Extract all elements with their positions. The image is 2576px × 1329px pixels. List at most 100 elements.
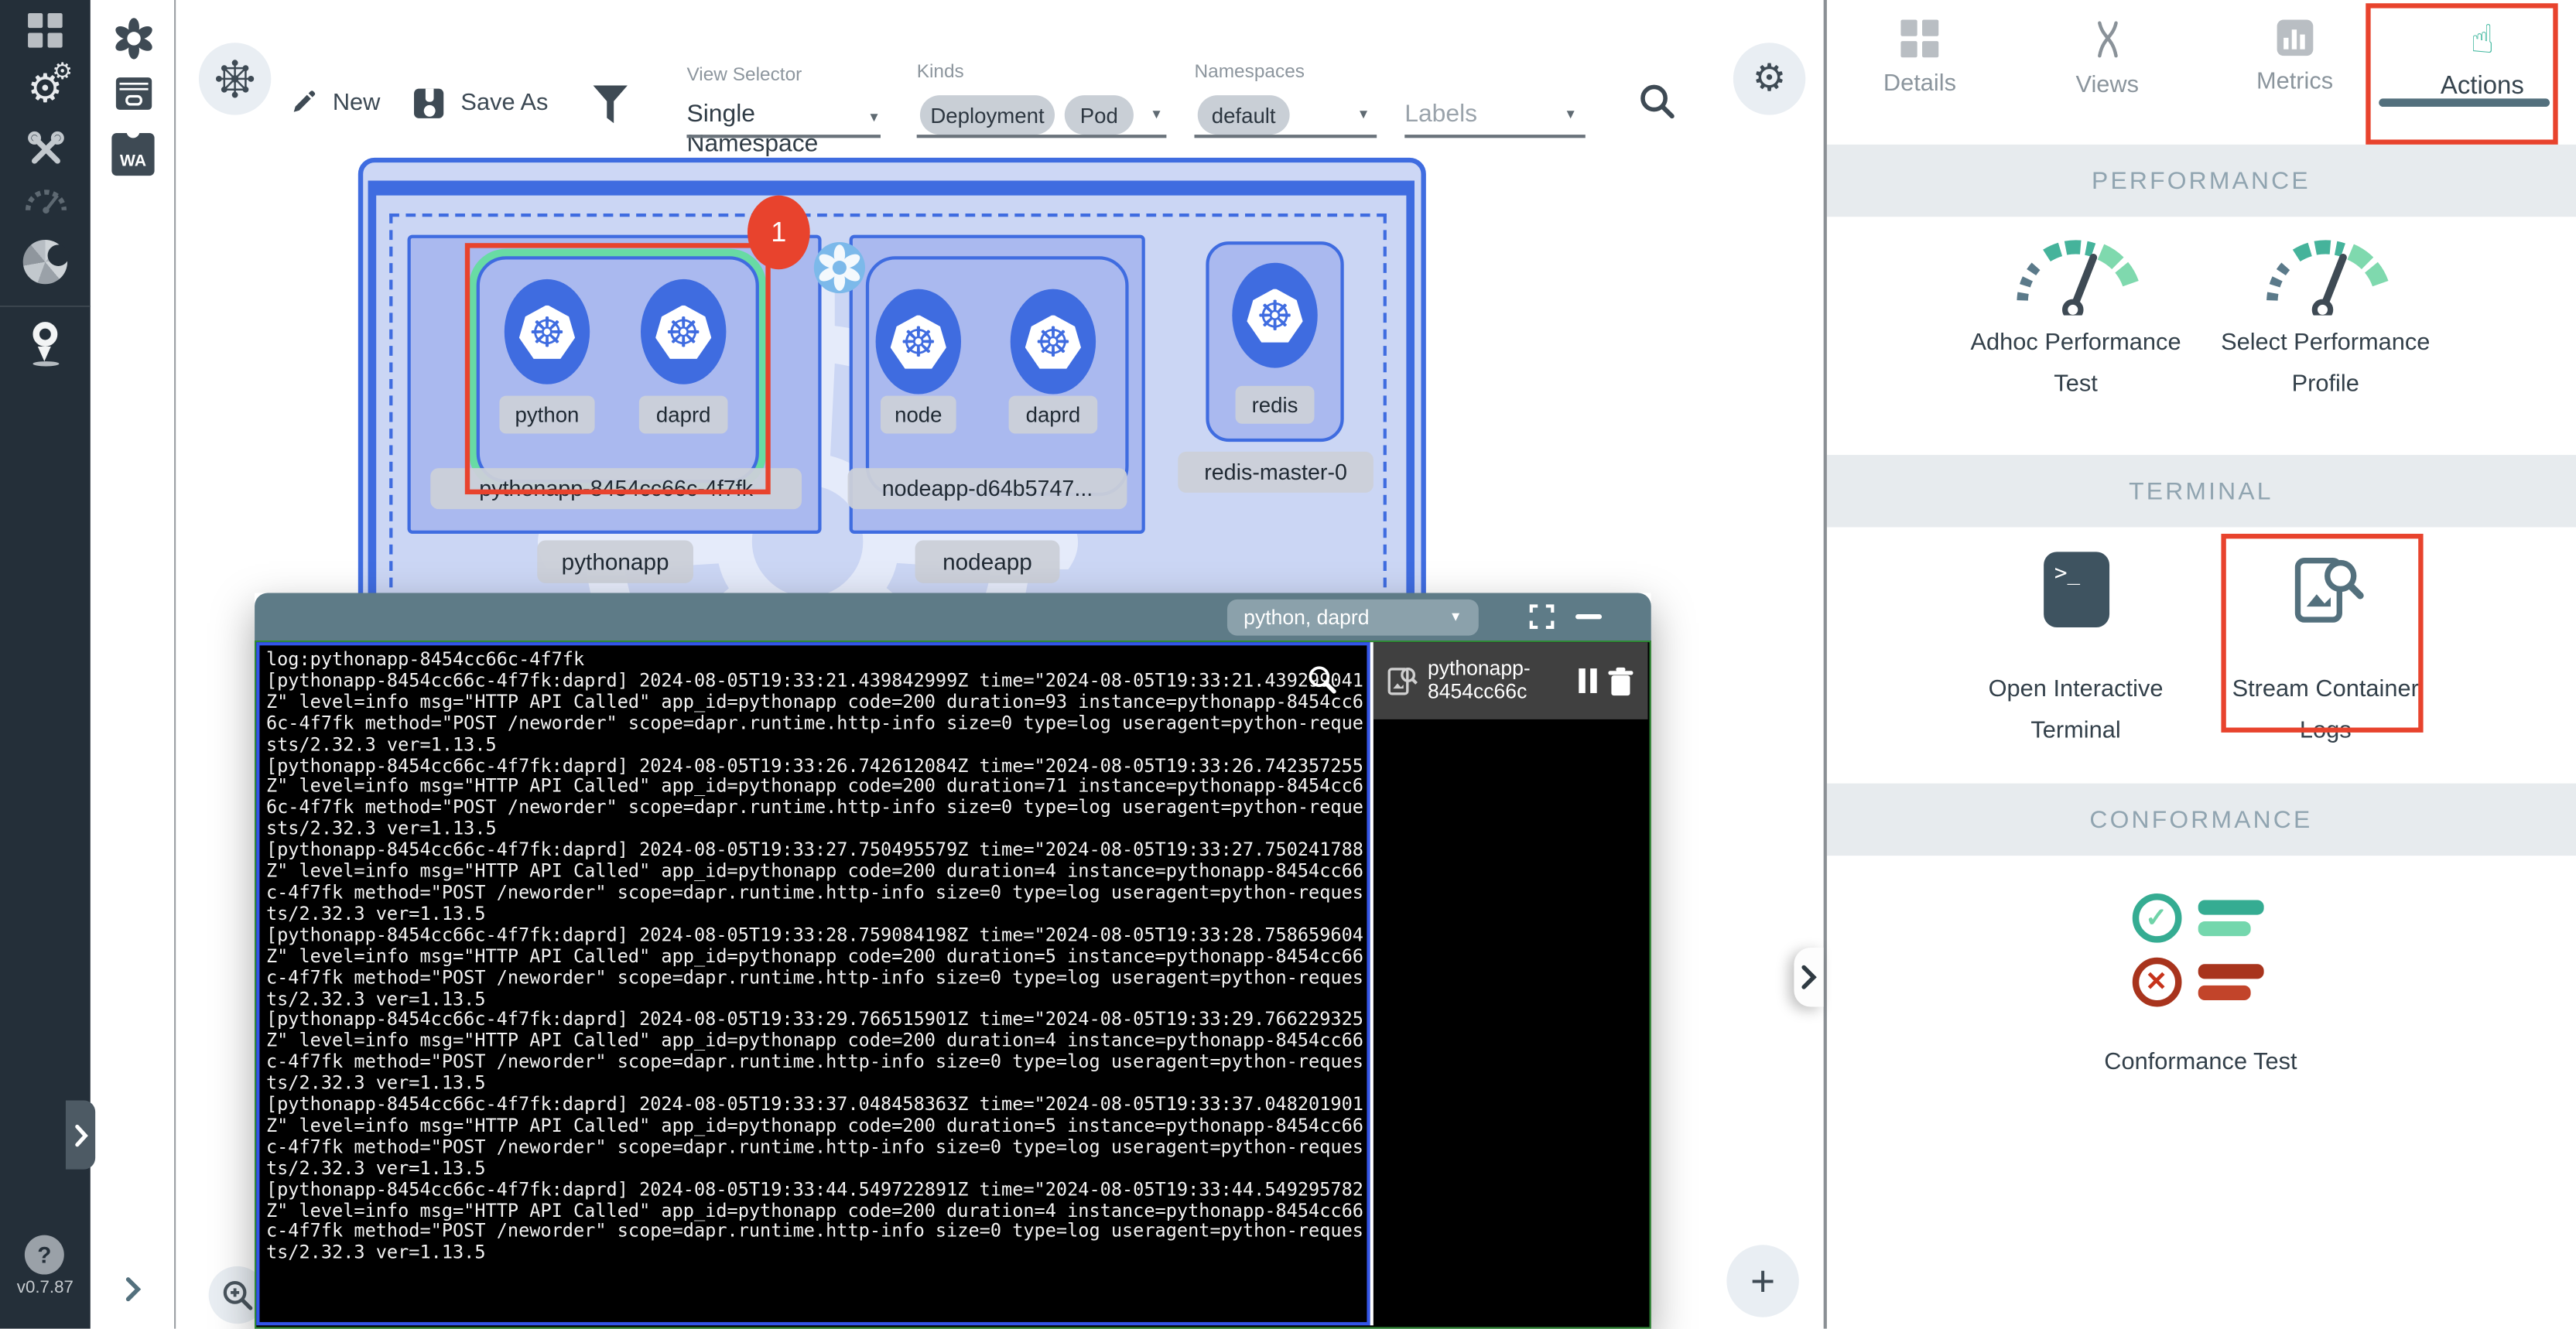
view-selector-value: Single Namespace	[686, 101, 818, 158]
container-daprd-node[interactable]: ☸	[1011, 289, 1096, 395]
pause-icon[interactable]	[1579, 668, 1596, 693]
container-label-node: node	[881, 396, 956, 434]
tools-icon	[24, 128, 67, 171]
section-band-conformance: CONFORMANCE	[1826, 784, 2576, 856]
section-title: PERFORMANCE	[2092, 166, 2311, 194]
panel-divider[interactable]	[1824, 0, 1826, 1329]
wasm-app-button[interactable]: WA	[91, 133, 176, 176]
view-selector-label: View Selector	[686, 66, 802, 85]
magnifier-cursor-icon	[1308, 665, 1337, 695]
pencil-icon	[289, 89, 317, 117]
session-row[interactable]: pythonapp- 8454cc66c	[1374, 642, 1648, 719]
minimize-icon[interactable]	[1575, 614, 1602, 619]
chevron-down-icon[interactable]: ▼	[1564, 107, 1577, 121]
log-text: log:pythonapp-8454cc66c-4f7fk[pythonapp-…	[266, 651, 1363, 1266]
container-selector-value: python, daprd	[1244, 605, 1369, 628]
fullscreen-icon[interactable]	[1530, 604, 1555, 629]
sidebar-expand-button[interactable]	[66, 1100, 95, 1169]
view-selector-dropdown[interactable]: Single Namespace ▼	[686, 101, 881, 159]
action-open-interactive-terminal[interactable]: >_ Open Interactive Terminal	[1935, 552, 2217, 752]
chevron-down-icon[interactable]: ▼	[1357, 107, 1370, 121]
sidebar-item-toolbox[interactable]	[0, 128, 91, 171]
filter-funnel-icon[interactable]	[593, 85, 628, 123]
app-root: ⚙ ⚙	[0, 0, 2576, 1329]
kind-chip-pod[interactable]: Pod	[1065, 95, 1134, 135]
gears-icon: ⚙ ⚙	[28, 66, 63, 111]
right-panel: Details Views Metrics	[1826, 0, 2576, 1329]
action-select-performance-profile[interactable]: Select Performance Profile	[2184, 233, 2467, 405]
pass-bar-icon	[2198, 921, 2250, 936]
labels-placeholder: Labels	[1404, 101, 1477, 128]
view-selector-underline	[686, 135, 881, 137]
mesh-network-icon	[214, 57, 256, 100]
chevron-down-icon[interactable]: ▼	[1150, 107, 1163, 121]
settings-button[interactable]: ⚙	[1733, 43, 1805, 114]
gauge-icon	[2256, 233, 2394, 315]
secondary-expand-button[interactable]	[91, 1275, 176, 1304]
new-button[interactable]: New	[289, 89, 381, 118]
kind-chip-deployment[interactable]: Deployment	[920, 95, 1055, 135]
kind-chip-label: Pod	[1080, 103, 1118, 128]
chevron-right-icon	[123, 1275, 142, 1304]
sidebar-item-performance[interactable]	[0, 184, 91, 214]
kubernetes-icon: ☸	[1247, 289, 1302, 343]
container-node[interactable]: ☸	[876, 289, 961, 395]
session-pane: pythonapp- 8454cc66c	[1374, 642, 1648, 1325]
metrics-bars-icon	[2277, 19, 2313, 56]
sidebar-item-kanvas[interactable]	[0, 322, 91, 371]
tab-views[interactable]: Views	[2013, 0, 2201, 145]
action-label: Conformance Test	[1826, 1043, 2575, 1084]
check-circle-icon: ✓	[2132, 893, 2181, 943]
action-label: Select Performance	[2184, 323, 2467, 364]
kinds-label: Kinds	[917, 63, 964, 82]
section-band-performance: PERFORMANCE	[1826, 145, 2576, 217]
kinds-underline	[917, 135, 1167, 137]
gauge-icon	[22, 184, 68, 214]
views-icon	[2088, 19, 2127, 59]
panel-collapse-button[interactable]	[1794, 948, 1823, 1006]
session-name: pythonapp- 8454cc66c	[1428, 658, 1531, 702]
location-pin-icon	[26, 322, 65, 371]
namespace-chip-default[interactable]: default	[1198, 95, 1290, 135]
search-button[interactable]	[1638, 82, 1678, 130]
tab-details[interactable]: Details	[1826, 0, 2013, 145]
help-button[interactable]: ?	[25, 1235, 64, 1275]
action-adhoc-performance-test[interactable]: Adhoc Performance Test	[1935, 233, 2217, 405]
add-button[interactable]: +	[1726, 1245, 1798, 1317]
mesh-sync-button[interactable]	[199, 43, 271, 114]
log-pane[interactable]: log:pythonapp-8454cc66c-4f7fk[pythonapp-…	[256, 642, 1370, 1325]
sidebar-item-lifecycle[interactable]: ⚙ ⚙	[0, 66, 91, 111]
action-label: Profile	[2184, 364, 2467, 405]
search-icon	[1638, 82, 1678, 121]
save-as-button-label: Save As	[460, 91, 548, 117]
labels-input[interactable]: Labels	[1404, 101, 1477, 128]
gauge-icon	[2006, 233, 2144, 315]
container-selector-dropdown[interactable]: python, daprd ▼	[1227, 599, 1479, 635]
namespace-chip-label: default	[1212, 103, 1276, 128]
trash-icon[interactable]	[1606, 666, 1634, 695]
terminal-body: log:pythonapp-8454cc66c-4f7fk[pythonapp-…	[255, 641, 1651, 1329]
tab-label: Views	[2075, 72, 2139, 98]
container-label-redis: redis	[1236, 386, 1315, 424]
sidebar-item-dashboard[interactable]	[0, 13, 91, 47]
terminal-prompt-icon: >_	[2043, 552, 2109, 627]
annotation-rect-2	[2366, 3, 2557, 145]
tab-label: Metrics	[2256, 69, 2333, 95]
tab-metrics[interactable]: Metrics	[2201, 0, 2388, 145]
annotation-rect-1	[465, 243, 771, 494]
tab-label: Details	[1883, 70, 1956, 96]
chevron-down-icon: ▼	[867, 110, 881, 125]
details-grid-icon	[1901, 19, 1938, 56]
action-label: Adhoc Performance	[1935, 323, 2217, 364]
action-label: Open Interactive	[1935, 670, 2217, 711]
fail-bar-icon	[2198, 964, 2263, 979]
terminal-header[interactable]: python, daprd ▼	[255, 593, 1651, 641]
save-as-button[interactable]: Save As	[414, 89, 548, 119]
container-redis[interactable]: ☸	[1232, 263, 1317, 368]
fail-bar-icon	[2198, 986, 2250, 1000]
dapr-app-button[interactable]	[91, 15, 176, 63]
sidebar-item-meshery[interactable]	[0, 240, 91, 284]
inbox-app-button[interactable]	[91, 74, 176, 114]
group-label-pythonapp: pythonapp	[537, 540, 693, 583]
section-band-terminal: TERMINAL	[1826, 455, 2576, 527]
